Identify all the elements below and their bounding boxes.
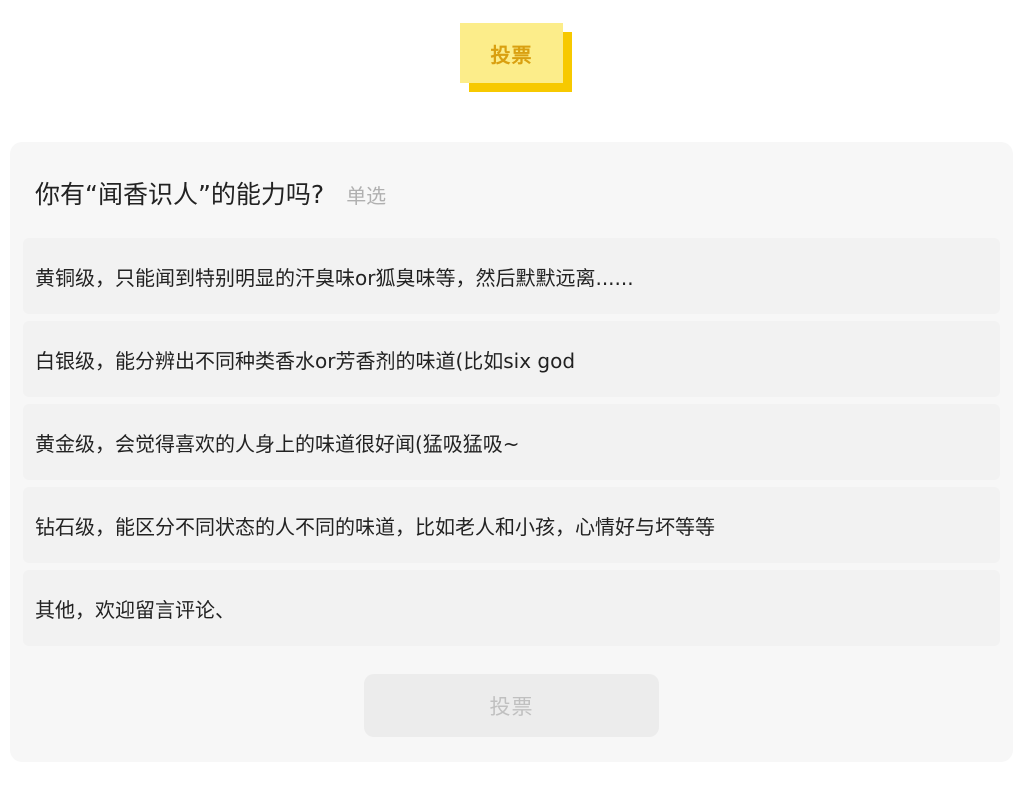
poll-card: 你有“闻香识人”的能力吗? 单选 黄铜级，只能闻到特别明显的汗臭味or狐臭味等，… xyxy=(10,142,1013,762)
vote-header-badge: 投票 xyxy=(460,23,563,83)
poll-options: 黄铜级，只能闻到特别明显的汗臭味or狐臭味等，然后默默远离...... 白银级，… xyxy=(23,238,1000,653)
poll-option-diamond[interactable]: 钻石级，能区分不同状态的人不同的味道，比如老人和小孩，心情好与坏等等 xyxy=(23,487,1000,563)
poll-option-bronze[interactable]: 黄铜级，只能闻到特别明显的汗臭味or狐臭味等，然后默默远离...... xyxy=(23,238,1000,314)
vote-submit-button[interactable]: 投票 xyxy=(364,674,659,737)
poll-option-other[interactable]: 其他，欢迎留言评论、 xyxy=(23,570,1000,646)
poll-question-text: 你有“闻香识人”的能力吗? xyxy=(35,180,325,209)
poll-question: 你有“闻香识人”的能力吗? 单选 xyxy=(35,175,386,211)
poll-type-label: 单选 xyxy=(346,184,387,208)
poll-option-silver[interactable]: 白银级，能分辨出不同种类香水or芳香剂的味道(比如six god xyxy=(23,321,1000,397)
poll-option-gold[interactable]: 黄金级，会觉得喜欢的人身上的味道很好闻(猛吸猛吸~ xyxy=(23,404,1000,480)
vote-header: 投票 xyxy=(460,23,572,93)
